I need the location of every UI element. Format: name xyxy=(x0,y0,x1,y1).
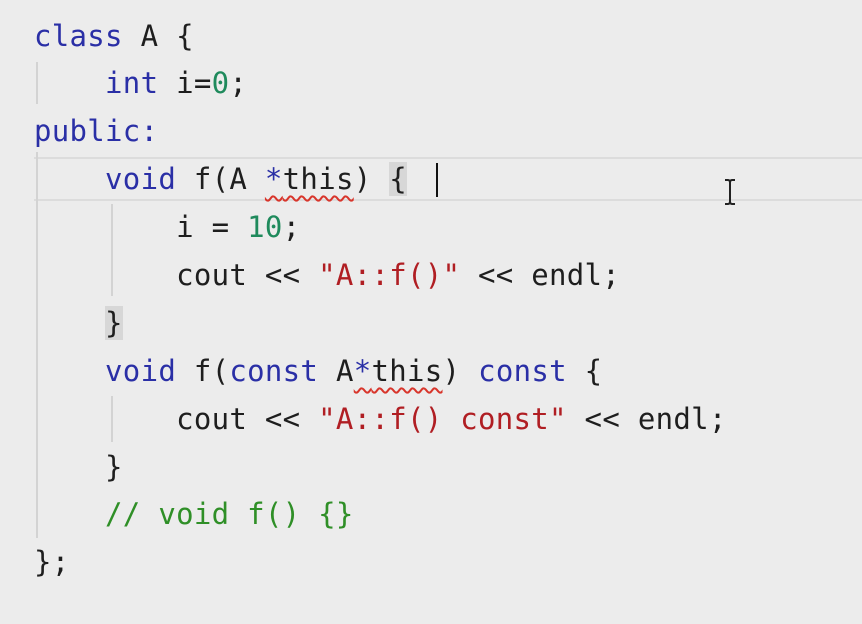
code-line-5: i = 10; xyxy=(34,209,300,245)
code-line-8: void f(const A*this) const { xyxy=(34,353,602,389)
string-literal: "A::f() const" xyxy=(318,402,567,436)
code-text: cout << xyxy=(176,258,319,292)
code-text: << endl; xyxy=(566,402,727,436)
code-line-4: void f(A *this) { xyxy=(34,161,408,197)
code-line-7: } xyxy=(34,305,123,341)
matched-brace: { xyxy=(389,162,408,196)
keyword: void xyxy=(105,354,177,388)
keyword: const xyxy=(478,354,567,388)
error-underline-this: this xyxy=(371,354,443,388)
code-text: A { xyxy=(122,19,194,53)
closing-brace: } xyxy=(105,450,123,484)
number-literal: 0 xyxy=(211,66,230,100)
keyword: const xyxy=(229,354,319,388)
code-text: << endl; xyxy=(460,258,621,292)
code-text: ) xyxy=(442,354,479,388)
code-text: ; xyxy=(282,210,301,244)
string-literal: "A::f()" xyxy=(318,258,461,292)
code-text: }; xyxy=(34,545,70,579)
error-underline-star: * xyxy=(353,354,372,388)
error-underline-this: this xyxy=(282,162,354,196)
code-text: A xyxy=(318,354,354,388)
code-text: f(A xyxy=(176,162,265,196)
code-line-2: int i=0; xyxy=(34,65,247,101)
code-line-11: // void f() {} xyxy=(34,496,354,532)
code-editor[interactable]: class A { int i=0; public: void f(A *thi… xyxy=(0,0,862,624)
code-text: i = xyxy=(176,210,248,244)
code-line-3: public: xyxy=(34,113,158,149)
number-literal: 10 xyxy=(247,210,283,244)
code-line-10: } xyxy=(34,449,123,485)
code-line-6: cout << "A::f()" << endl; xyxy=(34,257,620,293)
comment: // void f() {} xyxy=(105,497,354,531)
code-text: ) xyxy=(353,162,390,196)
matched-brace: } xyxy=(105,306,123,340)
code-line-9: cout << "A::f() const" << endl; xyxy=(34,401,727,437)
code-text: cout << xyxy=(176,402,319,436)
error-underline-star: * xyxy=(264,162,283,196)
code-line-1: class A { xyxy=(34,18,194,54)
keyword: class xyxy=(34,19,123,53)
code-text: ; xyxy=(229,66,248,100)
text-caret xyxy=(436,163,438,197)
code-text: i= xyxy=(158,66,212,100)
ibeam-cursor-icon xyxy=(725,179,735,205)
code-text: { xyxy=(566,354,603,388)
code-text: f( xyxy=(176,354,230,388)
code-line-12: }; xyxy=(34,544,70,580)
keyword: void xyxy=(105,162,177,196)
access-specifier: public: xyxy=(34,114,159,148)
keyword: int xyxy=(105,66,159,100)
